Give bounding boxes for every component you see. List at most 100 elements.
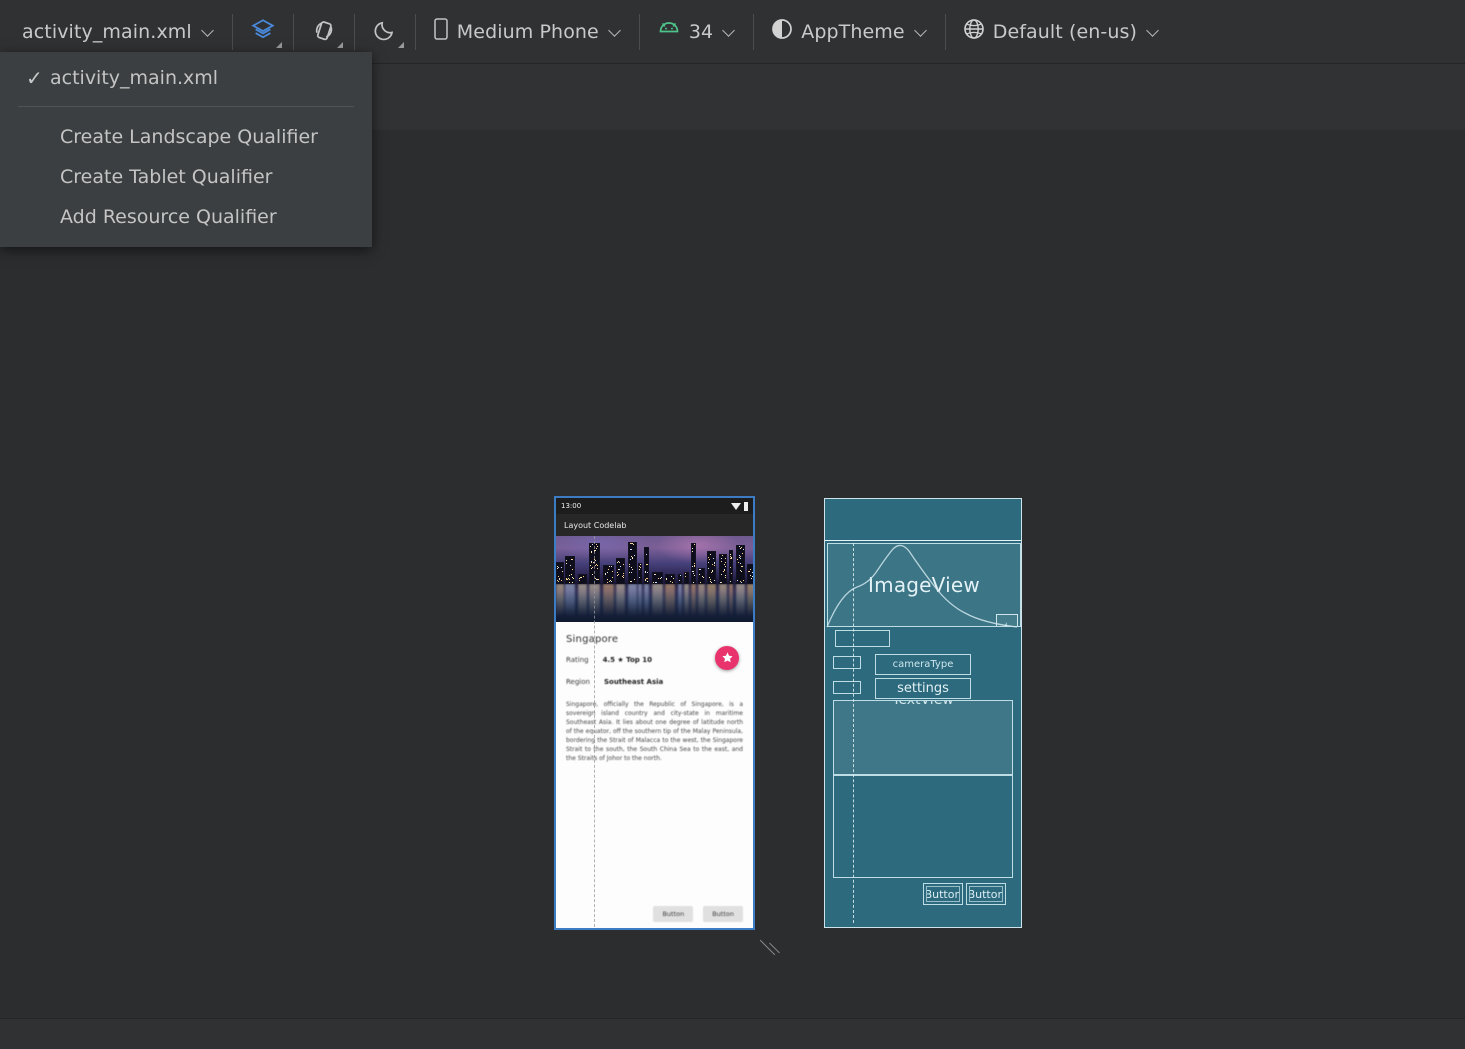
preview-app-bar-title: Layout Codelab xyxy=(564,521,626,530)
chevron-down-icon xyxy=(915,25,928,38)
phone-icon xyxy=(433,18,449,45)
menu-item-create-tablet-qualifier[interactable]: Create Tablet Qualifier xyxy=(0,157,372,197)
theme-selector[interactable]: AppTheme xyxy=(758,0,940,64)
building xyxy=(729,550,733,584)
building xyxy=(644,547,649,584)
half-circle-contrast-icon xyxy=(771,18,793,45)
building xyxy=(698,568,705,584)
preview-meta-1-label: Rating xyxy=(566,656,589,664)
blueprint-widget-box[interactable] xyxy=(833,681,861,694)
design-surface-canvas[interactable]: 13:00 Layout Codelab Singapore xyxy=(0,130,1465,1018)
blueprint-button-right-label: Button xyxy=(969,886,1003,902)
blueprint-settings-field[interactable]: settings xyxy=(875,678,971,699)
reflection-streak xyxy=(684,584,689,622)
floating-action-button[interactable] xyxy=(715,646,739,670)
menu-item-create-landscape-qualifier[interactable]: Create Landscape Qualifier xyxy=(0,117,372,157)
preview-card-title: Singapore xyxy=(566,634,743,645)
rotate-device-icon xyxy=(311,17,337,47)
toolbar-divider xyxy=(639,14,640,50)
menu-item-activity-main[interactable]: ✓ activity_main.xml xyxy=(0,58,372,98)
reflection-streak xyxy=(644,584,649,622)
preview-meta-2-label: Region xyxy=(566,678,590,686)
preview-resize-handle[interactable] xyxy=(760,936,784,960)
building xyxy=(736,545,745,584)
building xyxy=(652,572,663,584)
reflection-streak xyxy=(678,584,682,622)
chevron-down-icon xyxy=(609,25,622,38)
locale-selector[interactable]: Default (en-us) xyxy=(950,0,1173,64)
reflection-streak xyxy=(707,584,716,622)
building xyxy=(628,542,637,584)
reflection-streak xyxy=(698,584,705,622)
water-reflection xyxy=(556,584,753,622)
building xyxy=(719,554,727,584)
preview-body: Singapore Rating 4.5 ★ Top 10 Region Sou… xyxy=(556,536,753,930)
preview-hero-image xyxy=(556,536,753,622)
blueprint-widget-box[interactable] xyxy=(833,656,861,669)
blueprint-settings-label: settings xyxy=(897,681,949,696)
building xyxy=(638,563,642,584)
building xyxy=(747,564,753,584)
preview-status-icons xyxy=(731,502,748,511)
building xyxy=(616,558,625,584)
star-icon xyxy=(721,649,734,668)
view-mode-button[interactable] xyxy=(237,7,289,57)
chevron-down-icon xyxy=(202,25,215,38)
building xyxy=(665,574,675,584)
blueprint-widget-box[interactable] xyxy=(835,630,890,647)
reflection-streak xyxy=(616,584,625,622)
preview-body-text: Singapore, officially the Republic of Si… xyxy=(566,700,743,763)
orientation-button[interactable] xyxy=(298,7,350,57)
reflection-streak xyxy=(691,584,696,622)
preview-button-left[interactable]: Button xyxy=(653,906,693,922)
wifi-icon xyxy=(731,503,741,510)
preview-status-bar: 13:00 xyxy=(556,498,753,514)
reflection-streak xyxy=(747,584,753,622)
blueprint-imageview[interactable]: ImageView xyxy=(827,543,1021,627)
blueprint-cameratype-label: cameraType xyxy=(893,659,954,670)
android-robot-icon xyxy=(657,20,681,43)
night-mode-button[interactable] xyxy=(359,7,411,57)
blueprint-guideline xyxy=(853,543,854,923)
chevron-down-icon xyxy=(1147,25,1160,38)
blueprint-textview[interactable]: TextView xyxy=(833,700,1013,775)
preview-status-time: 13:00 xyxy=(561,502,581,510)
check-icon: ✓ xyxy=(26,66,50,90)
design-blueprint-layers-icon xyxy=(250,17,276,47)
dropdown-corner-indicator xyxy=(337,42,343,48)
building xyxy=(578,574,587,584)
blueprint-image-placeholder-icon xyxy=(996,614,1018,627)
preview-card-content: Singapore Rating 4.5 ★ Top 10 Region Sou… xyxy=(556,622,753,763)
building xyxy=(691,543,696,584)
building xyxy=(556,562,564,584)
file-variant-dropdown-menu[interactable]: ✓ activity_main.xml Create Landscape Qua… xyxy=(0,52,372,247)
preview-guideline xyxy=(594,536,595,930)
preview-meta-1-value: 4.5 ★ Top 10 xyxy=(603,656,652,664)
blueprint-panel-container[interactable] xyxy=(833,775,1013,878)
file-variant-label: activity_main.xml xyxy=(22,21,192,43)
building xyxy=(684,572,689,584)
blueprint-button-left[interactable]: Button xyxy=(923,883,963,905)
blueprint-textview-label: TextView xyxy=(892,700,954,708)
blueprint-status-area xyxy=(825,499,1021,541)
chevron-down-icon xyxy=(723,25,736,38)
building xyxy=(603,565,614,584)
menu-item-label: activity_main.xml xyxy=(50,67,218,89)
toolbar-divider xyxy=(753,14,754,50)
blueprint-button-right[interactable]: Button xyxy=(966,883,1006,905)
device-preview-rendered[interactable]: 13:00 Layout Codelab Singapore xyxy=(554,496,755,930)
menu-item-label: Create Tablet Qualifier xyxy=(60,166,272,188)
toolbar-divider xyxy=(415,14,416,50)
preview-button-right[interactable]: Button xyxy=(703,906,743,922)
toolbar-divider xyxy=(232,14,233,50)
blueprint-cameratype-field[interactable]: cameraType xyxy=(875,654,971,675)
device-selector[interactable]: Medium Phone xyxy=(420,0,635,64)
api-level-label: 34 xyxy=(689,21,713,43)
device-preview-blueprint[interactable]: ImageView cameraType settings TextView B… xyxy=(824,498,1022,928)
menu-item-add-resource-qualifier[interactable]: Add Resource Qualifier xyxy=(0,197,372,237)
api-level-selector[interactable]: 34 xyxy=(644,0,749,64)
theme-label: AppTheme xyxy=(801,21,904,43)
toolbar-divider xyxy=(293,14,294,50)
reflection-streak xyxy=(638,584,642,622)
building xyxy=(678,574,682,584)
